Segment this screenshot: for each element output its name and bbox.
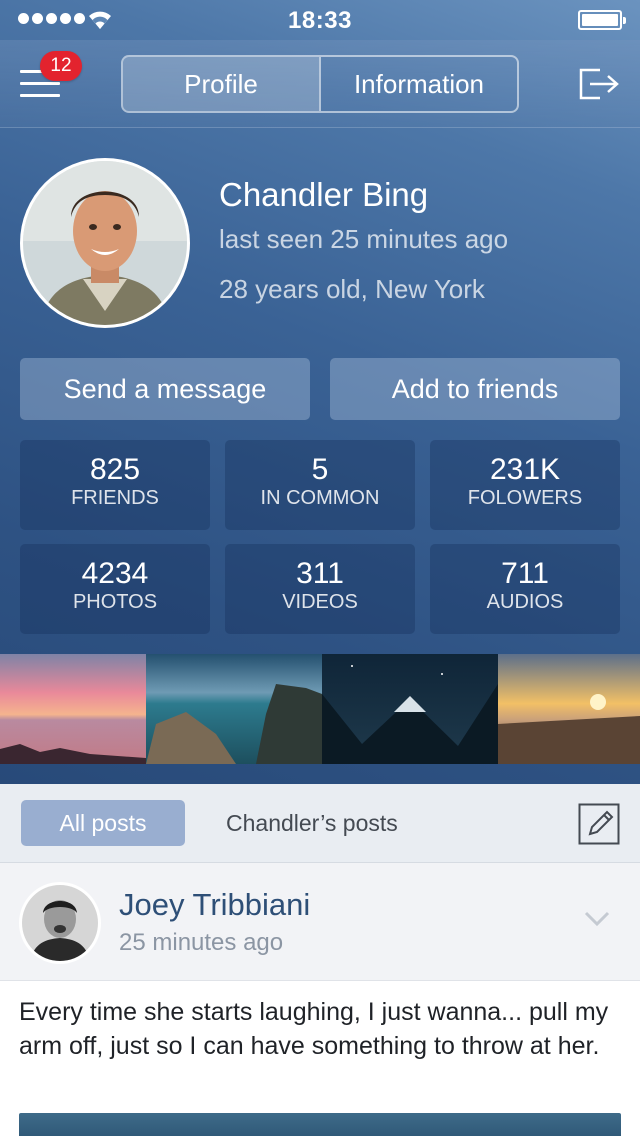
stat-label: FOLOWERS <box>467 487 583 509</box>
author-photo-icon <box>22 885 98 961</box>
logout-icon[interactable] <box>578 67 622 101</box>
post-image[interactable] <box>19 1113 621 1136</box>
night-mountain-photo[interactable] <box>322 654 498 764</box>
profile-name: Chandler Bing <box>219 176 429 213</box>
last-seen-text: last seen 25 minutes ago <box>219 224 509 254</box>
chevron-down-icon[interactable] <box>584 910 610 928</box>
battery-icon <box>578 10 626 30</box>
nav-bar: 12 Profile Information <box>0 40 640 128</box>
segmented-control: Profile Information <box>121 55 519 113</box>
stat-value: 711 <box>501 557 549 590</box>
post-time: 25 minutes ago <box>119 929 284 956</box>
author-avatar[interactable] <box>19 882 101 964</box>
stat-value: 231K <box>489 453 561 486</box>
profile-avatar[interactable] <box>20 158 190 328</box>
stat-photos[interactable]: 4234 PHOTOS <box>20 544 210 634</box>
tab-information[interactable]: Information <box>321 57 517 111</box>
post-text: Every time she starts laughing, I just w… <box>19 998 609 1060</box>
stat-followers[interactable]: 231K FOLOWERS <box>430 440 620 530</box>
stat-value: 311 <box>296 557 344 590</box>
coastal-cliff-photo[interactable] <box>146 654 322 764</box>
profile-header: 18:33 12 Profile Information Chandler Bi… <box>0 0 640 784</box>
tab-profile[interactable]: Profile <box>123 57 321 111</box>
post-body: Every time she starts laughing, I just w… <box>0 981 640 1136</box>
stat-value: 4234 <box>81 557 149 590</box>
stat-videos[interactable]: 311 VIDEOS <box>225 544 415 634</box>
stat-value: 825 <box>89 453 141 486</box>
add-friend-button[interactable]: Add to friends <box>330 358 620 420</box>
profile-photo-icon <box>23 161 187 325</box>
stat-label: IN COMMON <box>260 487 380 509</box>
notification-badge: 12 <box>40 51 82 81</box>
post-author[interactable]: Joey Tribbiani <box>119 887 310 923</box>
stat-audios[interactable]: 711 AUDIOS <box>430 544 620 634</box>
stat-label: PHOTOS <box>72 591 158 613</box>
feed-tabs: All posts Chandler’s posts <box>0 784 640 863</box>
post-header: Joey Tribbiani 25 minutes ago <box>0 863 640 981</box>
stat-friends[interactable]: 825 FRIENDS <box>20 440 210 530</box>
send-message-button[interactable]: Send a message <box>20 358 310 420</box>
tab-chandler-posts[interactable]: Chandler’s posts <box>226 810 398 837</box>
beach-sunset-photo[interactable] <box>498 654 640 764</box>
stat-in-common[interactable]: 5 IN COMMON <box>225 440 415 530</box>
status-time: 18:33 <box>288 7 352 34</box>
stat-label: VIDEOS <box>282 591 358 613</box>
sunset-sea-photo[interactable] <box>0 654 146 764</box>
photo-strip <box>0 654 640 764</box>
tab-all-posts[interactable]: All posts <box>21 800 185 846</box>
stat-value: 5 <box>311 453 329 486</box>
age-location-text: 28 years old, New York <box>219 274 485 304</box>
stat-label: AUDIOS <box>486 591 564 613</box>
compose-icon[interactable] <box>578 803 620 845</box>
stat-label: FRIENDS <box>71 487 159 509</box>
status-bar: 18:33 <box>0 0 640 40</box>
